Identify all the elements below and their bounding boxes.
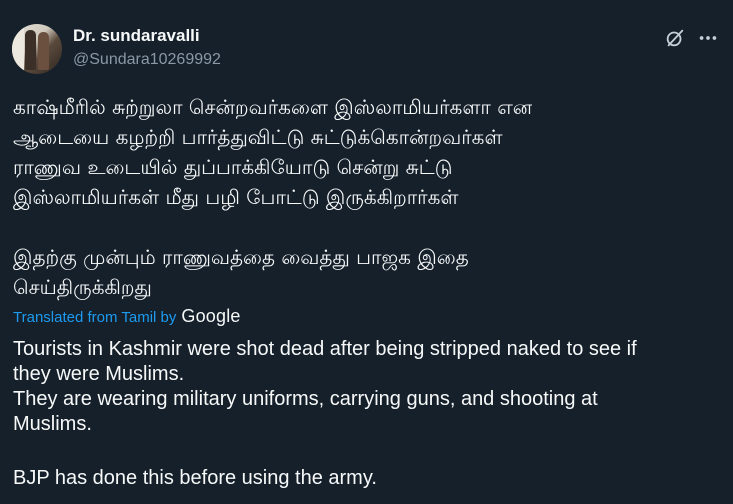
translated-line: Tourists in Kashmir were shot dead after… <box>13 338 637 360</box>
tweet-text-line: இஸ்லாமியர்கள் மீது பழி போட்டு இருக்கிறார… <box>13 185 459 209</box>
translated-line: They are wearing military uniforms, carr… <box>13 388 598 410</box>
author-display-name[interactable]: Dr. sundaravalli <box>73 26 200 46</box>
google-logo: Google <box>181 306 241 326</box>
tweet-text-line: காஷ்மீரில் சுற்றுலா சென்றவர்களை இஸ்லாமிய… <box>13 95 533 119</box>
tweet-text-translated: Tourists in Kashmir were shot dead after… <box>13 337 723 491</box>
tweet-text-line: செய்திருக்கிறது <box>13 275 152 299</box>
translated-line: they were Muslims. <box>13 363 185 385</box>
avatar[interactable] <box>12 24 62 74</box>
grok-icon[interactable] <box>664 27 686 49</box>
translated-line: BJP has done this before using the army. <box>13 467 377 489</box>
avatar-background <box>12 24 24 74</box>
tweet-text-line: ஆடையை கழற்றி பார்த்துவிட்டு சுட்டுக்கொன்… <box>13 125 503 149</box>
tweet-text-line: ராணுவ உடையில் துப்பாக்கியோடு சென்று சுட்… <box>13 155 453 179</box>
translation-attribution: Translated from Tamil by Google <box>13 306 241 327</box>
translated-line: Muslims. <box>13 413 92 435</box>
more-icon[interactable] <box>697 27 719 49</box>
avatar-figure-left <box>25 30 36 70</box>
tweet-card: Dr. sundaravalli @Sundara10269992 காஷ்மீ… <box>0 0 733 504</box>
avatar-figure-right <box>38 32 49 70</box>
author-handle[interactable]: @Sundara10269992 <box>73 51 221 69</box>
tweet-text-original: காஷ்மீரில் சுற்றுலா சென்றவர்களை இஸ்லாமிய… <box>13 92 713 302</box>
tweet-text-line: இதற்கு முன்பும் ராணுவத்தை வைத்து பாஜக இத… <box>13 245 469 269</box>
translated-from-link[interactable]: Translated from Tamil by <box>13 309 176 326</box>
